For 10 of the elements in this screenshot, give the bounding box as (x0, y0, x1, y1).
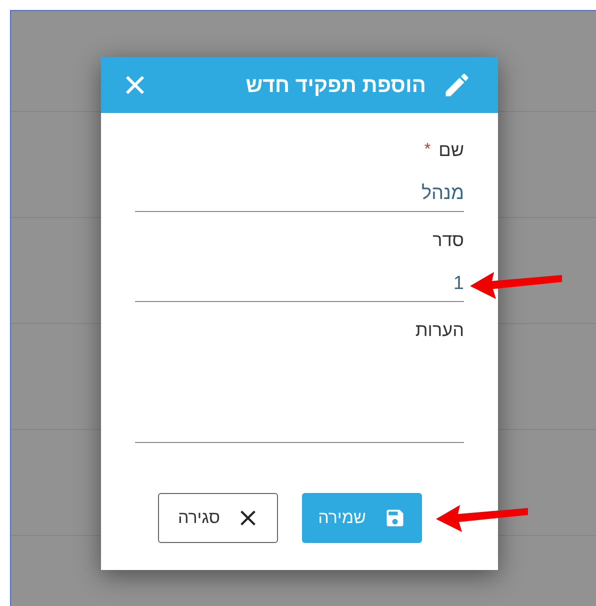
dialog-title: הוספת תפקיד חדש (246, 74, 426, 96)
field-label: הערות (414, 319, 464, 342)
close-button[interactable]: סגירה (158, 493, 278, 543)
close-icon (238, 508, 258, 528)
required-mark: * (424, 140, 431, 160)
input-field[interactable]: 1 (135, 267, 464, 302)
field-label: סדר (432, 229, 464, 252)
field-label: שם (438, 139, 464, 162)
input-field[interactable]: מנהל (135, 177, 464, 212)
close-icon[interactable] (123, 73, 147, 97)
